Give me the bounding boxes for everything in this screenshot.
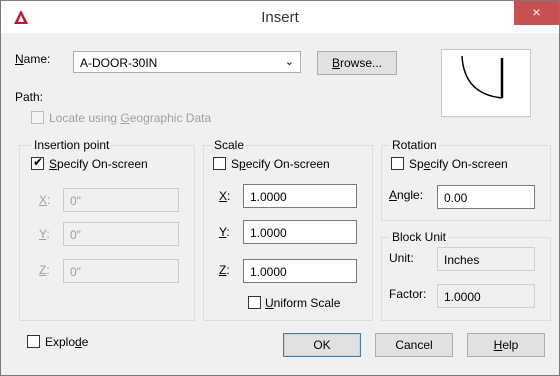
factor-label: Factor:: [389, 287, 427, 301]
factor-value-field: 1.0000: [437, 284, 535, 308]
scale-x-label: X:: [219, 189, 231, 203]
scale-x-field[interactable]: 1.0000: [243, 184, 357, 208]
explode-label: Explode: [45, 335, 89, 349]
scale-y-label: Y:: [219, 225, 230, 239]
angle-label: Angle:: [389, 188, 424, 202]
cancel-button[interactable]: Cancel: [375, 333, 453, 357]
explode-checkbox[interactable]: [27, 335, 40, 348]
geo-checkbox: [31, 111, 44, 124]
scale-z-field[interactable]: 1.0000: [243, 259, 357, 283]
browse-button[interactable]: Browse...: [317, 51, 397, 75]
rotation-specify-label: Specify On-screen: [409, 157, 508, 171]
close-icon: ×: [532, 4, 541, 20]
check-icon: ✔: [33, 155, 44, 169]
insertion-x-label: X:: [39, 193, 51, 207]
unit-value-field: Inches: [437, 247, 535, 271]
block-preview: [441, 49, 531, 117]
rotation-specify-checkbox[interactable]: [391, 157, 404, 170]
close-button[interactable]: ×: [514, 1, 559, 25]
uniform-scale-checkbox[interactable]: [248, 296, 261, 309]
block-unit-title: Block Unit: [390, 230, 449, 244]
insertion-z-field: 0": [63, 259, 179, 283]
insertion-point-title: Insertion point: [32, 138, 112, 152]
geo-label: Locate using Geographic Data: [49, 111, 212, 125]
insertion-specify-checkbox[interactable]: ✔: [31, 155, 44, 170]
chevron-down-icon[interactable]: ⌄: [285, 55, 294, 68]
scale-z-label: Z:: [219, 263, 230, 277]
insertion-y-label: Y:: [39, 227, 50, 241]
angle-field[interactable]: 0.00: [437, 185, 535, 209]
insert-dialog: Insert × Name: A-DOOR-30IN ⌄ Browse... P…: [0, 0, 560, 376]
insertion-specify-label: Specify On-screen: [49, 157, 148, 171]
title-bar[interactable]: Insert ×: [1, 1, 559, 33]
help-button[interactable]: Help: [467, 333, 545, 357]
scale-specify-label: Specify On-screen: [231, 157, 330, 171]
name-value: A-DOOR-30IN: [80, 56, 158, 70]
insertion-z-label: Z:: [39, 263, 50, 277]
insertion-x-field: 0": [63, 188, 179, 212]
scale-specify-checkbox[interactable]: [213, 157, 226, 170]
window-title: Insert: [261, 9, 299, 26]
rotation-title: Rotation: [390, 138, 439, 152]
name-label: Name:: [15, 52, 51, 66]
ok-button[interactable]: OK: [283, 333, 361, 357]
dialog-content: Name: A-DOOR-30IN ⌄ Browse... Path: Loca…: [1, 33, 559, 375]
unit-label: Unit:: [389, 251, 414, 265]
scale-title: Scale: [212, 138, 247, 152]
door-preview-graphic: [461, 55, 504, 99]
path-label: Path:: [15, 90, 44, 104]
name-combobox[interactable]: A-DOOR-30IN ⌄: [73, 51, 301, 73]
insertion-y-field: 0": [63, 222, 179, 246]
scale-y-field[interactable]: 1.0000: [243, 220, 357, 244]
uniform-scale-label: Uniform Scale: [265, 296, 341, 310]
